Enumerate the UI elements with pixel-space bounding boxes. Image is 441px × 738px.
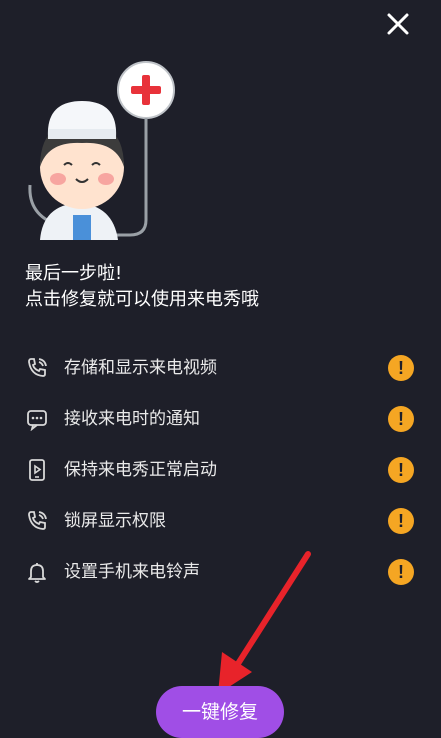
heading-line-1: 最后一步啦!: [25, 263, 123, 284]
close-button[interactable]: [380, 6, 416, 42]
warning-icon: !: [388, 406, 414, 432]
permission-item-call-notification[interactable]: 接收来电时的通知 !: [0, 394, 441, 444]
red-arrow-annotation: [218, 551, 311, 694]
permission-item-keep-running[interactable]: 保持来电秀正常启动 !: [0, 445, 441, 495]
message-icon: [24, 406, 50, 432]
close-icon[interactable]: [386, 12, 410, 36]
permission-item-storage-video[interactable]: 存储和显示来电视频 !: [0, 343, 441, 393]
warning-icon: !: [388, 559, 414, 585]
warning-icon: !: [388, 508, 414, 534]
permission-label: 保持来电秀正常启动: [64, 460, 217, 480]
permission-label: 设置手机来电铃声: [64, 562, 200, 582]
phone-play-icon: [24, 457, 50, 483]
permission-label: 接收来电时的通知: [64, 409, 200, 429]
permission-label: 存储和显示来电视频: [64, 358, 217, 378]
doctor-illustration: [28, 61, 175, 240]
permission-item-lock-screen[interactable]: 锁屏显示权限 !: [0, 496, 441, 546]
heading-line-2: 点击修复就可以使用来电秀哦: [25, 289, 259, 310]
warning-icon: !: [388, 355, 414, 381]
phone-ring-icon: [24, 508, 50, 534]
heading: 最后一步啦! 点击修复就可以使用来电秀哦: [25, 261, 415, 313]
phone-ring-icon: [24, 355, 50, 381]
one-click-fix-button[interactable]: 一键修复: [156, 686, 284, 738]
warning-icon: !: [388, 457, 414, 483]
bell-icon: [24, 559, 50, 585]
permission-label: 锁屏显示权限: [64, 511, 166, 531]
